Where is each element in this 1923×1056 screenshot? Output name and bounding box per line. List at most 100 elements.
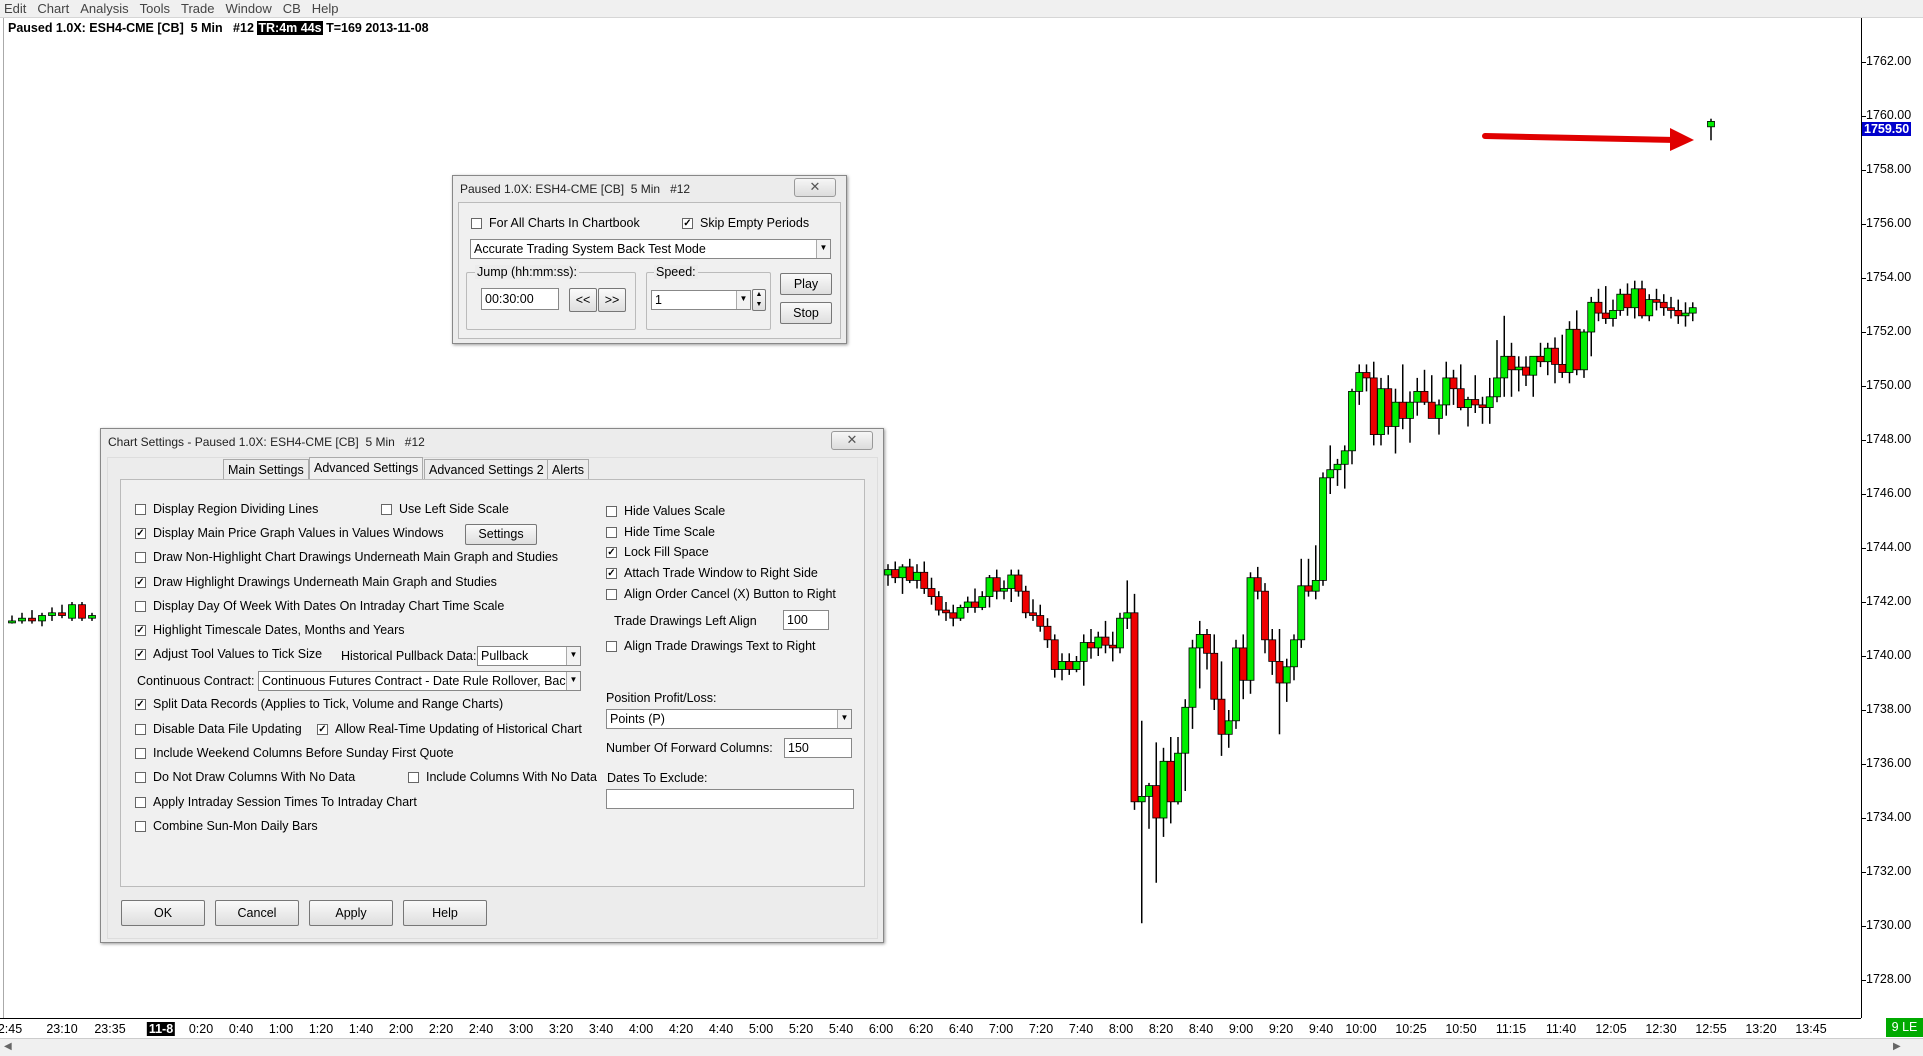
scroll-left-icon[interactable]: ◀ bbox=[4, 1041, 12, 1052]
cancel-button[interactable]: Cancel bbox=[215, 900, 299, 926]
checkbox-box[interactable]: ✓ bbox=[135, 698, 146, 710]
checkbox-box[interactable]: ✓ bbox=[135, 576, 146, 588]
candle-body bbox=[1094, 636, 1103, 649]
settings-button[interactable]: Settings bbox=[465, 524, 537, 545]
checkbox-box[interactable] bbox=[606, 640, 617, 652]
tab-alerts[interactable]: Alerts bbox=[547, 459, 589, 479]
setting-checkbox[interactable]: Display Day Of Week With Dates On Intrad… bbox=[135, 599, 504, 613]
checkbox-box[interactable]: ✓ bbox=[135, 527, 146, 539]
checkbox-box[interactable] bbox=[135, 747, 146, 759]
setting-checkbox[interactable]: ✓ Split Data Records (Applies to Tick, Vo… bbox=[135, 697, 503, 711]
checkbox-box[interactable]: ✓ bbox=[317, 723, 328, 735]
chevron-down-icon[interactable]: ▼ bbox=[837, 710, 851, 728]
candle-body bbox=[1246, 577, 1255, 681]
setting-checkbox[interactable]: Draw Non-Highlight Chart Drawings Undern… bbox=[135, 550, 558, 564]
speed-stepper[interactable]: ▲ ▼ bbox=[752, 289, 766, 311]
candle-body bbox=[1195, 634, 1204, 649]
checkbox-box[interactable] bbox=[135, 723, 146, 735]
candle-body bbox=[1514, 366, 1523, 371]
align-trade-text-checkbox[interactable]: Align Trade Drawings Text to Right bbox=[606, 639, 816, 653]
checkbox-box[interactable]: ✓ bbox=[606, 567, 617, 579]
chevron-down-icon[interactable]: ▼ bbox=[816, 240, 830, 258]
trade-left-align-input[interactable]: 100 bbox=[783, 610, 829, 630]
checkbox-box[interactable] bbox=[606, 588, 617, 600]
setting-checkbox[interactable]: Apply Intraday Session Times To Intraday… bbox=[135, 795, 417, 809]
checkbox-box[interactable] bbox=[606, 526, 617, 538]
jump-back-button[interactable]: << bbox=[569, 288, 597, 312]
time-label: 2:20 bbox=[428, 1022, 454, 1036]
jump-time-input[interactable]: 00:30:00 bbox=[481, 288, 559, 310]
setting-checkbox[interactable]: ✓ Draw Highlight Drawings Underneath Main… bbox=[135, 575, 497, 589]
checkbox-box[interactable] bbox=[381, 503, 392, 515]
tab-main-settings[interactable]: Main Settings bbox=[223, 459, 309, 479]
checkbox-label: Highlight Timescale Dates, Months and Ye… bbox=[153, 623, 405, 637]
price-label: 1730.00 bbox=[1866, 918, 1912, 932]
stop-button[interactable]: Stop bbox=[780, 302, 832, 324]
checkbox-box[interactable] bbox=[135, 771, 146, 783]
allow-realtime-checkbox[interactable]: ✓ Allow Real-Time Updating of Historical … bbox=[317, 722, 582, 736]
setting-checkbox[interactable]: ✓ Adjust Tool Values to Tick Size bbox=[135, 647, 322, 661]
setting-checkbox[interactable]: Hide Time Scale bbox=[606, 525, 715, 539]
setting-checkbox[interactable]: ✓ Attach Trade Window to Right Side bbox=[606, 566, 818, 580]
setting-checkbox[interactable]: ✓ Highlight Timescale Dates, Months and Y… bbox=[135, 623, 405, 637]
setting-checkbox[interactable]: Align Order Cancel (X) Button to Right bbox=[606, 587, 836, 601]
checkbox-box[interactable] bbox=[606, 505, 617, 517]
setting-checkbox[interactable]: Include Weekend Columns Before Sunday Fi… bbox=[135, 746, 454, 760]
horizontal-scrollbar[interactable] bbox=[0, 1038, 1923, 1056]
checkbox-box[interactable] bbox=[471, 217, 482, 229]
time-label: 9:40 bbox=[1308, 1022, 1334, 1036]
checkbox-box[interactable]: ✓ bbox=[682, 217, 693, 229]
checkbox-label: Include Weekend Columns Before Sunday Fi… bbox=[153, 746, 454, 760]
continuous-contract-select[interactable]: Continuous Futures Contract - Date Rule … bbox=[258, 671, 581, 691]
candle-body bbox=[1159, 760, 1168, 819]
checkbox-box[interactable]: ✓ bbox=[135, 624, 146, 636]
candle-body bbox=[1543, 347, 1552, 363]
setting-checkbox[interactable]: Disable Data File Updating bbox=[135, 722, 302, 736]
checkbox-box[interactable] bbox=[135, 820, 146, 832]
jump-forward-button[interactable]: >> bbox=[598, 288, 626, 312]
help-button[interactable]: Help bbox=[403, 900, 487, 926]
play-button[interactable]: Play bbox=[780, 273, 832, 295]
setting-checkbox[interactable]: ✓ Display Main Price Graph Values in Valu… bbox=[135, 526, 444, 540]
candle-body bbox=[1471, 399, 1480, 406]
position-pl-select[interactable]: Points (P) ▼ bbox=[606, 709, 852, 729]
checkbox-box[interactable] bbox=[135, 503, 146, 515]
candle-body bbox=[913, 571, 921, 581]
apply-button[interactable]: Apply bbox=[309, 900, 393, 926]
setting-checkbox[interactable]: Do Not Draw Columns With No Data bbox=[135, 770, 355, 784]
continuous-contract-label: Continuous Contract: bbox=[137, 674, 255, 688]
tab-advanced-settings-2[interactable]: Advanced Settings 2 bbox=[424, 459, 549, 479]
close-button[interactable]: ✕ bbox=[794, 178, 836, 197]
checkbox-box[interactable] bbox=[135, 551, 146, 563]
scroll-right-icon[interactable]: ▶ bbox=[1893, 1041, 1901, 1052]
time-label: 4:20 bbox=[668, 1022, 694, 1036]
dates-exclude-input[interactable] bbox=[606, 789, 854, 809]
for-all-charts-checkbox[interactable]: For All Charts In Chartbook bbox=[471, 216, 640, 230]
setting-checkbox[interactable]: Hide Values Scale bbox=[606, 504, 725, 518]
chevron-down-icon[interactable]: ▼ bbox=[566, 672, 580, 690]
time-label: 4:00 bbox=[628, 1022, 654, 1036]
include-no-data-checkbox[interactable]: Include Columns With No Data bbox=[408, 770, 597, 784]
checkbox-box[interactable]: ✓ bbox=[606, 546, 617, 558]
close-button[interactable]: ✕ bbox=[831, 431, 873, 450]
checkbox-box[interactable] bbox=[135, 796, 146, 808]
candle-body bbox=[1087, 642, 1095, 649]
checkbox-box[interactable] bbox=[135, 600, 146, 612]
candle-body bbox=[78, 604, 86, 619]
setting-checkbox[interactable]: Display Region Dividing Lines bbox=[135, 502, 318, 516]
tab-advanced-settings[interactable]: Advanced Settings bbox=[309, 457, 424, 480]
setting-checkbox[interactable]: Combine Sun-Mon Daily Bars bbox=[135, 819, 318, 833]
chevron-down-icon[interactable]: ▼ bbox=[566, 647, 580, 665]
checkbox-box[interactable] bbox=[408, 771, 419, 783]
replay-mode-select[interactable]: Accurate Trading System Back Test Mode ▼ bbox=[470, 239, 831, 259]
forward-columns-input[interactable]: 150 bbox=[784, 738, 852, 758]
ok-button[interactable]: OK bbox=[121, 900, 205, 926]
chevron-down-icon[interactable]: ▼ bbox=[736, 291, 750, 309]
speed-select[interactable]: 1 ▼ bbox=[651, 290, 751, 310]
setting-checkbox[interactable]: ✓ Lock Fill Space bbox=[606, 545, 709, 559]
candle-body bbox=[1707, 121, 1715, 128]
checkbox-box[interactable]: ✓ bbox=[135, 648, 146, 660]
skip-empty-periods-checkbox[interactable]: ✓ Skip Empty Periods bbox=[682, 216, 809, 230]
use-left-scale-checkbox[interactable]: Use Left Side Scale bbox=[381, 502, 509, 516]
hist-pullback-select[interactable]: Pullback ▼ bbox=[477, 646, 581, 666]
